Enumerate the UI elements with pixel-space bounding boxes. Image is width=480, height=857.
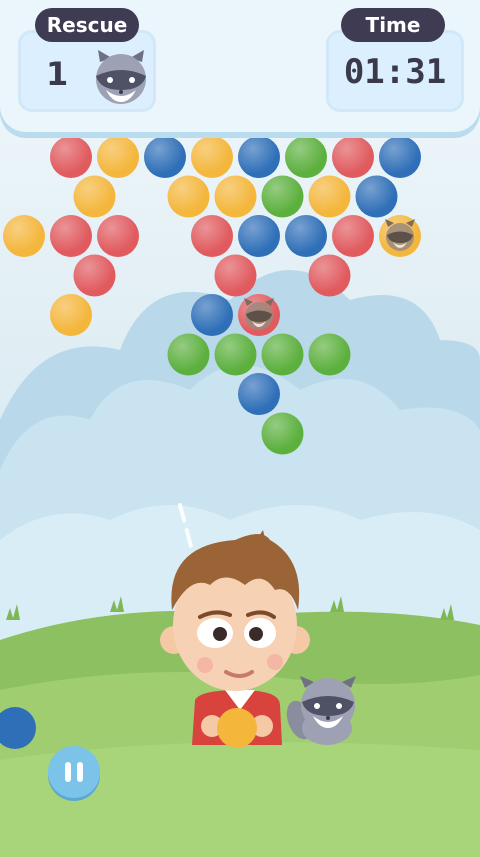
time-label: Time — [341, 8, 445, 42]
raccoon-rescue-icon — [96, 50, 146, 104]
bubble-red — [332, 215, 374, 257]
bubble-yellow — [3, 215, 45, 257]
bubble-red — [191, 215, 233, 257]
bubble-green — [167, 333, 210, 376]
bubble-red — [332, 136, 374, 178]
bubble-yellow — [167, 175, 210, 218]
bubble-yellow — [191, 136, 233, 178]
bubble-green — [261, 175, 304, 218]
bubble-green — [261, 412, 304, 455]
bubble-green — [214, 333, 257, 376]
bubble-yellow — [308, 175, 351, 218]
bubble-blue — [191, 294, 233, 336]
rescue-count: 1 — [46, 55, 69, 93]
bubble-yellow — [73, 175, 116, 218]
rescue-label: Rescue — [35, 8, 139, 42]
raccoon-bubble — [238, 294, 280, 336]
bubble-blue — [144, 136, 186, 178]
trapped-raccoon-icon — [385, 219, 415, 251]
bubble-yellow — [50, 294, 92, 336]
bubble-red — [214, 254, 257, 297]
bubble-yellow — [214, 175, 257, 218]
bubble-blue — [238, 136, 280, 178]
bubble-red — [97, 215, 139, 257]
bubble-blue — [379, 136, 421, 178]
bubble-green — [308, 333, 351, 376]
bubble-red — [308, 254, 351, 297]
bubble-green — [285, 136, 327, 178]
bubble-blue — [355, 175, 398, 218]
bubble-blue — [238, 373, 280, 415]
bubble-red — [50, 136, 92, 178]
bubble-green — [261, 333, 304, 376]
bubble-blue — [285, 215, 327, 257]
bubble-red — [50, 215, 92, 257]
raccoon-bubble — [379, 215, 421, 257]
bubble-yellow — [97, 136, 139, 178]
timer-value: 01:31 — [343, 52, 447, 92]
trapped-raccoon-icon — [244, 298, 274, 330]
bubble-blue — [238, 215, 280, 257]
current-bubble — [217, 708, 257, 748]
pause-button[interactable] — [48, 746, 100, 798]
bubble-red — [73, 254, 116, 297]
pause-icon — [62, 762, 86, 782]
